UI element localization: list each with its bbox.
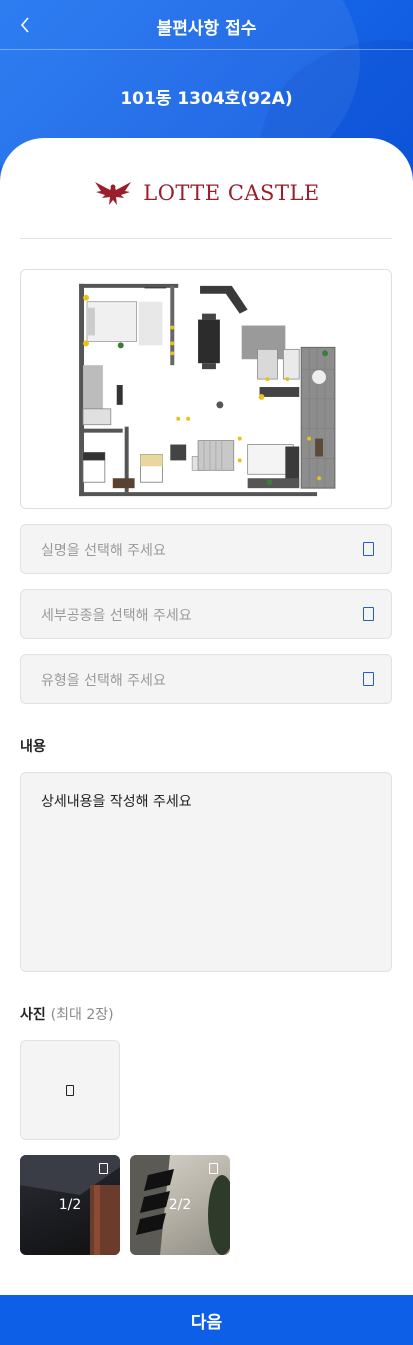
photo-thumbnail[interactable]: 2/2 (130, 1155, 230, 1255)
unit-title: 101동 1304호(92A) (120, 89, 293, 109)
eagle-logo-icon (95, 182, 132, 205)
type-select[interactable]: 유형을 선택해 주세요 (20, 654, 392, 704)
photo-label: 사진 (최대 2장) (20, 1004, 114, 1024)
photo-counter: 2/2 (168, 1197, 192, 1213)
delete-photo-icon[interactable] (209, 1163, 218, 1174)
divider (20, 238, 392, 239)
delete-photo-icon[interactable] (99, 1163, 108, 1174)
camera-icon (66, 1084, 74, 1096)
chevron-icon (363, 542, 374, 556)
floor-plan-drawing (79, 283, 336, 497)
photo-hint: (최대 2장) (50, 1007, 114, 1023)
photo-thumbnail[interactable]: 1/2 (20, 1155, 120, 1255)
type-select-placeholder: 유형을 선택해 주세요 (41, 673, 166, 689)
logo-text: LOTTE CASTLE (143, 181, 320, 205)
page-title: 불편사항 접수 (156, 19, 257, 39)
name-select-placeholder: 실명을 선택해 주세요 (41, 543, 166, 559)
content-label: 내용 (20, 739, 46, 755)
chevron-icon (363, 607, 374, 621)
trade-select[interactable]: 세부공종을 선택해 주세요 (20, 589, 392, 639)
photo-counter: 1/2 (58, 1197, 82, 1213)
photo-label-text: 사진 (20, 1007, 46, 1023)
next-button[interactable]: 다음 (0, 1295, 413, 1345)
add-photo-button[interactable] (20, 1040, 120, 1140)
brand-logo: LOTTE CASTLE (0, 176, 413, 210)
top-bar: 불편사항 접수 (0, 0, 413, 50)
floor-plan[interactable] (20, 269, 392, 509)
trade-select-placeholder: 세부공종을 선택해 주세요 (41, 608, 192, 624)
content-textarea[interactable]: 상세내용을 작성해 주세요 (20, 772, 392, 972)
chevron-icon (363, 672, 374, 686)
name-select[interactable]: 실명을 선택해 주세요 (20, 524, 392, 574)
content-placeholder: 상세내용을 작성해 주세요 (41, 794, 192, 810)
